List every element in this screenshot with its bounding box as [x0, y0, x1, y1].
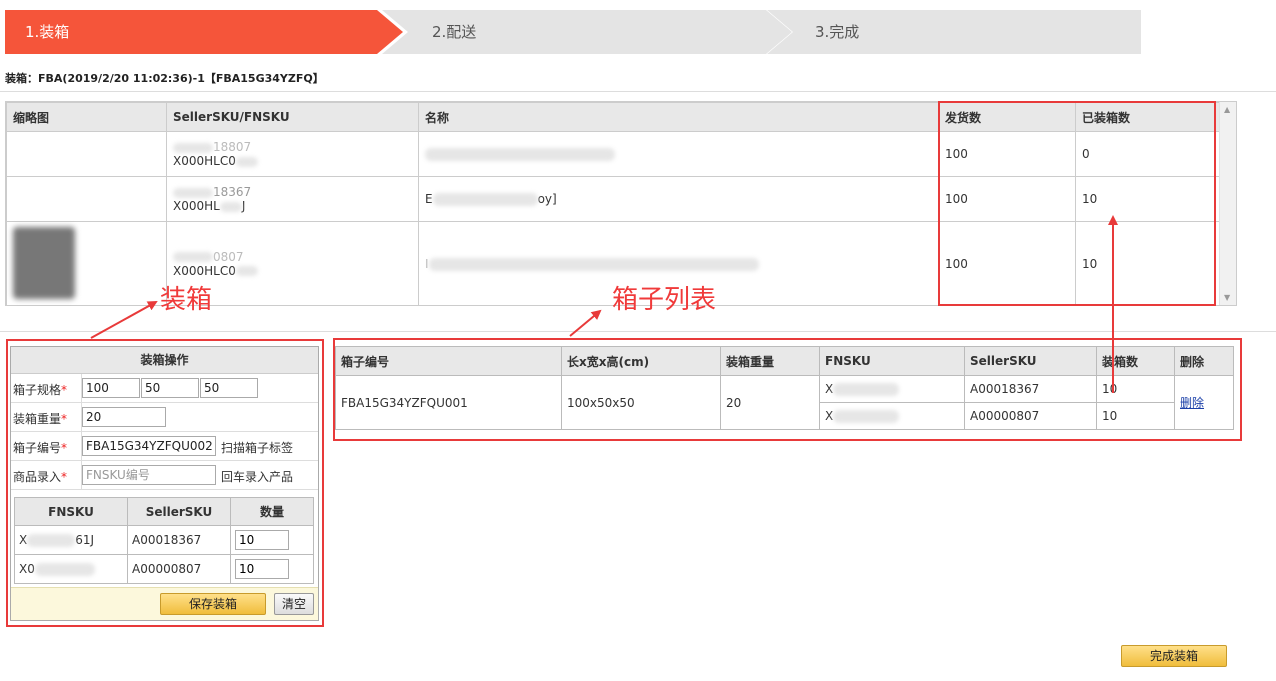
box-length-input[interactable]: [82, 378, 140, 398]
col-fnsku: FNSKU: [14, 497, 128, 526]
box-no-hint: 扫描箱子标签: [221, 441, 294, 455]
weight-label: 装箱重量: [13, 412, 62, 426]
packing-panel-title: 装箱操作: [11, 347, 318, 374]
col-dims: 长x宽x高(cm): [561, 346, 721, 376]
delete-link[interactable]: 删除: [1180, 396, 1204, 410]
qty-input[interactable]: [235, 559, 289, 579]
name-cell: Eoy]: [418, 176, 939, 222]
item-entry-row: 商品录入* 回车录入产品: [11, 461, 318, 490]
scroll-up-icon[interactable]: ▲: [1224, 105, 1230, 114]
table-row: X 61J A00018367: [14, 525, 314, 555]
arrow-to-box-list-label: [569, 309, 602, 337]
fnsku-cell: X: [819, 402, 965, 430]
col-name: 名称: [418, 102, 939, 132]
annotation-packing: 装箱: [160, 285, 213, 315]
sellersku-cell: A00018367: [964, 375, 1097, 403]
col-sellersku: SellerSKU: [964, 346, 1097, 376]
delete-cell: 删除: [1174, 375, 1234, 430]
shipment-title: 装箱：FBA(2019/2/20 11:02:36)-1【FBA15G34YZF…: [5, 72, 324, 85]
packing-items-table: FNSKU SellerSKU 数量 X61J A00018367 X0 A00…: [14, 497, 314, 584]
col-weight: 装箱重量: [720, 346, 820, 376]
qty-cell: [230, 554, 314, 584]
col-packed-qty: 装箱数: [1096, 346, 1175, 376]
box-spec-label: 箱子规格: [13, 383, 62, 397]
box-height-input[interactable]: [200, 378, 258, 398]
item-entry-label: 商品录入: [13, 470, 62, 484]
sellersku-cell: A00018367: [127, 525, 231, 555]
packing-panel-footer: 保存装箱 清空: [11, 587, 318, 620]
sellersku-cell: A00000807: [127, 554, 231, 584]
col-box-no: 箱子编号: [335, 346, 562, 376]
col-qty: 数量: [230, 497, 314, 526]
thumbnail-cell: [6, 131, 167, 177]
col-delete: 删除: [1174, 346, 1234, 376]
step-progress-bar: 3.完成 2.配送 1.装箱: [5, 10, 1141, 54]
name-cell: [418, 131, 939, 177]
col-sku: SellerSKU/FNSKU: [166, 102, 419, 132]
step-delivery: 2.配送: [382, 10, 792, 54]
col-thumbnail: 缩略图: [6, 102, 167, 132]
divider: [0, 91, 1276, 92]
box-list-table: 箱子编号 长x宽x高(cm) 装箱重量 FNSKU SellerSKU 装箱数 …: [335, 346, 1234, 430]
box-no-label: 箱子编号: [13, 441, 62, 455]
annotation-box-list: 箱子列表: [612, 285, 717, 315]
sellersku-cell: A00000807: [964, 402, 1097, 430]
box-spec-row: 箱子规格*: [11, 374, 318, 403]
fnsku-cell: X: [819, 375, 965, 403]
fnsku-cell: X0: [14, 554, 128, 584]
qty-cell: [230, 525, 314, 555]
step-packing: 1.装箱: [5, 10, 403, 54]
weight-input[interactable]: [82, 407, 166, 427]
fnsku-cell: X 61J: [14, 525, 128, 555]
qty-input[interactable]: [235, 530, 289, 550]
table-row: X0 A00000807: [14, 554, 314, 584]
divider: [0, 331, 1276, 332]
dims-cell: 100x50x50: [561, 375, 721, 430]
packed-qty-cell: 10: [1096, 402, 1175, 430]
arrow-to-packing-label: [90, 301, 158, 339]
box-width-input[interactable]: [141, 378, 199, 398]
item-entry-hint: 回车录入产品: [221, 470, 294, 484]
box-no-input[interactable]: [82, 436, 216, 456]
box-no-cell: FBA15G34YZFQU001: [335, 375, 562, 430]
highlight-shipped-packed: [938, 101, 1216, 306]
product-thumbnail: [13, 227, 75, 299]
packed-qty-cell: 10: [1096, 375, 1175, 403]
step-complete: 3.完成: [765, 10, 1141, 54]
packing-panel: 装箱操作 箱子规格* 装箱重量* 箱子编号* 扫描箱子标签 商品录入* 回车录入…: [10, 346, 319, 621]
vertical-scrollbar[interactable]: ▲ ▼: [1219, 102, 1236, 305]
sku-cell: 18807 X000HLC0: [166, 131, 419, 177]
table-row: FBA15G34YZFQU001 100x50x50 20 X A0001836…: [335, 375, 1234, 430]
finish-packing-button[interactable]: 完成装箱: [1121, 645, 1227, 667]
fnsku-input[interactable]: [82, 465, 216, 485]
weight-row: 装箱重量*: [11, 403, 318, 432]
box-no-row: 箱子编号* 扫描箱子标签: [11, 432, 318, 461]
thumbnail-cell: [6, 221, 167, 306]
scroll-down-icon[interactable]: ▼: [1224, 293, 1230, 302]
save-packing-button[interactable]: 保存装箱: [160, 593, 266, 615]
weight-cell: 20: [720, 375, 820, 430]
col-fnsku: FNSKU: [819, 346, 965, 376]
clear-button[interactable]: 清空: [274, 593, 314, 615]
sku-cell: 18367 X000HL J: [166, 176, 419, 222]
col-sellersku: SellerSKU: [127, 497, 231, 526]
thumbnail-cell: [6, 176, 167, 222]
